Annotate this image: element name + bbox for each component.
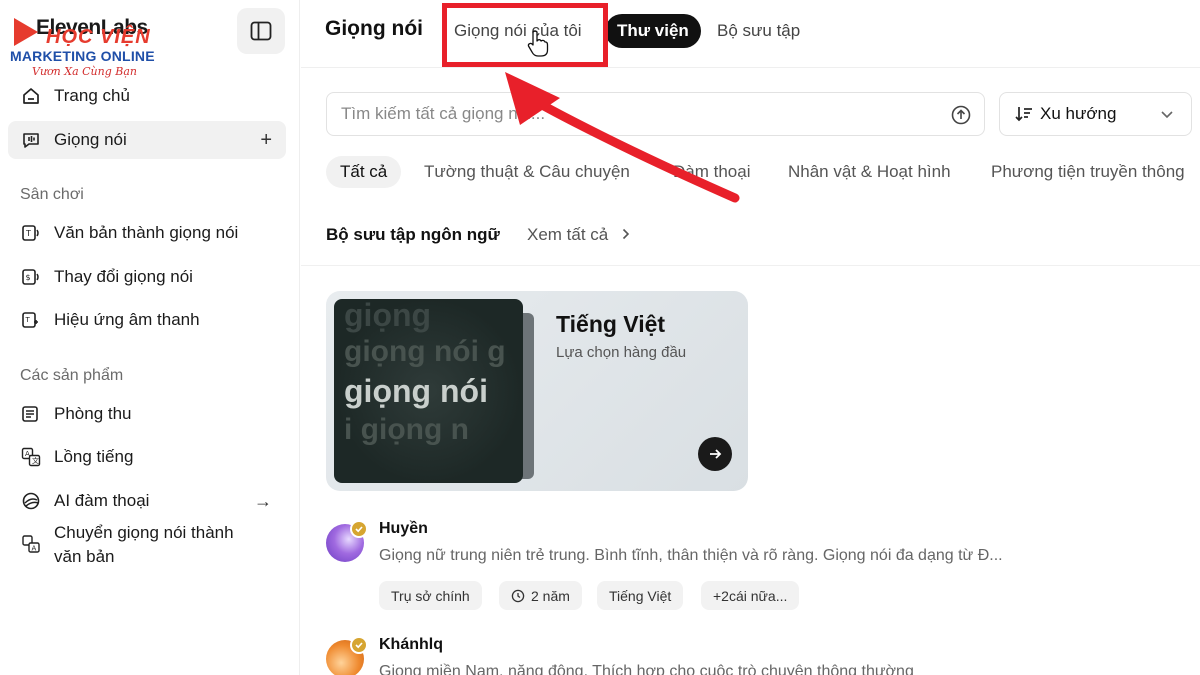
svg-text:T: T [25, 316, 31, 324]
arrow-right-icon [710, 449, 722, 459]
sidebar-item-voice-changer[interactable]: $ Thay đổi giọng nói [8, 258, 286, 296]
tab-collections[interactable]: Bộ sưu tập [705, 14, 812, 48]
sort-label: Xu hướng [1040, 104, 1117, 123]
sidebar: ElevenLabs HỌC VIỆN MARKETING ONLINE Vươ… [0, 0, 300, 675]
sidebar-toggle-button[interactable] [237, 8, 285, 54]
language-collection-card[interactable]: giọng giọng nói g giọng nói i giọng n Ti… [326, 291, 748, 491]
sort-dropdown[interactable]: Xu hướng [999, 92, 1192, 136]
card-art-line: giọng [344, 299, 432, 333]
sidebar-item-label: Văn bản thành giọng nói [54, 223, 239, 242]
filter-chip-characters[interactable]: Nhân vật & Hoạt hình [774, 156, 965, 188]
filter-chip-all[interactable]: Tất cả [326, 156, 402, 188]
main-content: Giọng nói Giọng nói của tôi Thư viện Bộ … [301, 0, 1200, 675]
voice-list-item[interactable]: Khánhlq Giọng miền Nam, năng động. Thích… [326, 636, 1186, 675]
tab-library[interactable]: Thư viện [605, 14, 701, 48]
card-title: Tiếng Việt [556, 311, 666, 337]
verified-badge-icon [350, 636, 368, 654]
voice-description: Giọng nữ trung niên trẻ trung. Bình tĩnh… [379, 547, 1003, 564]
speech-to-text-icon: A [20, 533, 42, 555]
sidebar-item-label: Trang chủ [54, 86, 130, 105]
sort-icon [1015, 107, 1032, 122]
card-art-line: i giọng n [344, 413, 469, 446]
search-placeholder: Tìm kiếm tất cả giọng nói... [341, 104, 546, 123]
page-title: Giọng nói [325, 17, 423, 40]
home-icon [20, 85, 42, 107]
watermark-hoc-text: HỌC VIỆN [46, 26, 151, 48]
voice-tag-more[interactable]: +2cái nữa... [701, 581, 800, 610]
sound-effects-icon: T [20, 309, 42, 331]
voice-tag-age: 2 năm [499, 581, 582, 610]
sidebar-item-sound-effects[interactable]: T Hiệu ứng âm thanh [8, 301, 286, 339]
chevron-right-icon [622, 228, 630, 240]
sidebar-item-voices[interactable]: Giọng nói + [8, 121, 286, 159]
verified-badge-icon [350, 520, 368, 538]
upload-audio-icon[interactable] [950, 104, 972, 126]
card-cover-image: giọng giọng nói g giọng nói i giọng n [334, 299, 523, 483]
hand-cursor-icon [527, 30, 549, 57]
arrow-right-icon[interactable]: → [254, 491, 272, 512]
section-title: Bộ sưu tập ngôn ngữ [326, 225, 500, 244]
sidebar-item-dubbing[interactable]: A文 Lồng tiếng [8, 438, 286, 476]
sidebar-item-label: Lồng tiếng [54, 447, 134, 466]
filter-chip-narration[interactable]: Tường thuật & Câu chuyện [410, 156, 644, 188]
voice-name: Khánhlq [379, 636, 443, 653]
sidebar-item-label: Hiệu ứng âm thanh [54, 310, 200, 329]
sidebar-item-label: Chuyển giọng nói thành văn bản [54, 523, 234, 566]
voice-list-item[interactable]: Huyền Giọng nữ trung niên trẻ trung. Bìn… [326, 520, 1186, 610]
chevron-down-icon [1161, 111, 1173, 119]
voice-avatar [326, 636, 368, 675]
watermark-marketing-text: MARKETING ONLINE [10, 48, 155, 64]
filter-chip-conversational[interactable]: Đàm thoại [659, 156, 764, 188]
card-subtitle: Lựa chọn hàng đầu [556, 344, 687, 361]
sidebar-item-label: Phòng thu [54, 404, 132, 423]
card-art-line: giọng nói g [344, 335, 506, 368]
voice-changer-icon: $ [20, 266, 42, 288]
sidebar-item-label: Thay đổi giọng nói [54, 267, 193, 286]
card-art-line: giọng nói [344, 373, 488, 409]
see-all-label: Xem tất cả [527, 225, 609, 244]
play-logo-icon [14, 18, 38, 46]
svg-text:A: A [32, 545, 37, 553]
see-all-link[interactable]: Xem tất cả [527, 225, 633, 245]
voice-tag: Trụ sở chính [379, 581, 482, 610]
section-label-products: Các sản phẩm [20, 367, 124, 384]
sidebar-toggle-icon [250, 21, 272, 41]
divider [301, 265, 1200, 266]
search-input[interactable]: Tìm kiếm tất cả giọng nói... [326, 92, 985, 136]
svg-text:T: T [25, 229, 31, 238]
conversational-ai-icon [20, 490, 42, 512]
voice-tag-label: 2 năm [531, 587, 570, 604]
watermark-logo: ElevenLabs HỌC VIỆN MARKETING ONLINE Vươ… [8, 12, 208, 78]
sidebar-item-text-to-speech[interactable]: T Văn bản thành giọng nói [8, 214, 286, 252]
clock-icon [511, 589, 525, 602]
voice-icon [20, 129, 42, 151]
filter-chip-media[interactable]: Phương tiện truyền thông [977, 156, 1199, 188]
voice-avatar [326, 520, 368, 562]
voice-tag: Tiếng Việt [597, 581, 684, 610]
svg-text:$: $ [26, 273, 31, 282]
sidebar-item-label: Giọng nói [54, 130, 127, 149]
card-open-button[interactable] [698, 437, 732, 471]
svg-text:文: 文 [32, 456, 39, 465]
sidebar-item-studio[interactable]: Phòng thu [8, 395, 286, 433]
voice-description: Giọng miền Nam, năng động. Thích hợp cho… [379, 663, 914, 675]
highlight-box [442, 3, 608, 67]
sidebar-item-label: AI đàm thoại [54, 491, 150, 510]
voice-name: Huyền [379, 520, 428, 537]
studio-icon [20, 403, 42, 425]
sidebar-item-speech-to-text[interactable]: A Chuyển giọng nói thành văn bản [8, 521, 286, 573]
add-voice-button[interactable]: + [260, 129, 272, 152]
top-bar: Giọng nói Giọng nói của tôi Thư viện Bộ … [301, 0, 1200, 68]
dubbing-icon: A文 [20, 446, 42, 468]
sidebar-item-home[interactable]: Trang chủ [8, 77, 286, 115]
text-to-speech-icon: T [20, 222, 42, 244]
section-label-playground: Sân chơi [20, 186, 84, 203]
svg-text:A: A [25, 450, 30, 458]
sidebar-item-conversational-ai[interactable]: AI đàm thoại → [8, 482, 286, 520]
